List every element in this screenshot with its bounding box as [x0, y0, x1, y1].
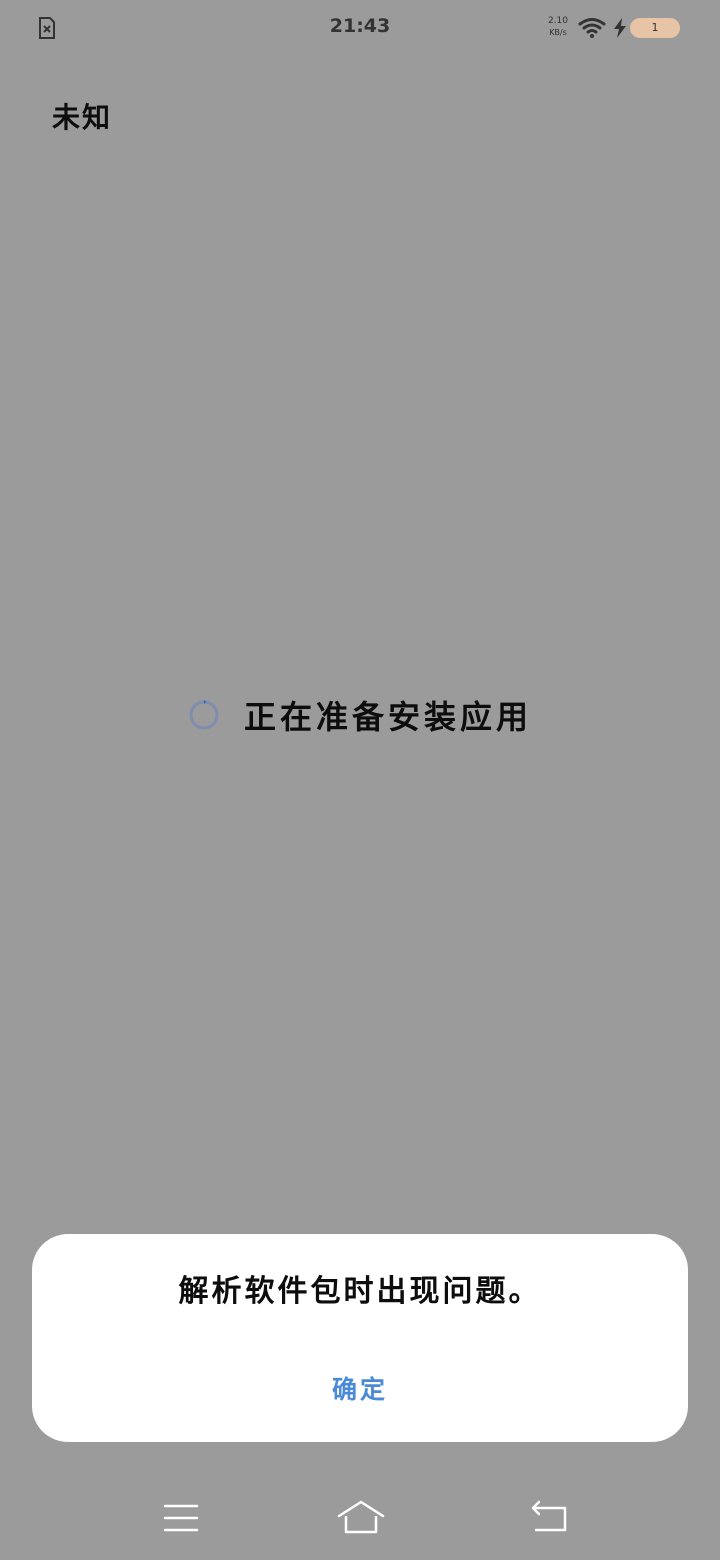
dialog-message: 解析软件包时出现问题。 — [178, 1274, 542, 1309]
back-icon[interactable] — [527, 1498, 571, 1538]
network-speed: 2.10 KB/s — [544, 15, 572, 39]
battery-icon: 1 — [630, 18, 680, 38]
status-bar: 21:43 2.10 KB/s 1 — [0, 0, 720, 56]
loading-text: 正在准备安装应用 — [243, 698, 532, 736]
loading-indicator: 正在准备安装应用 — [0, 693, 720, 737]
network-speed-value: 2.10 — [547, 16, 569, 26]
status-time: 21:43 — [329, 15, 391, 37]
app-title: 未知 — [52, 101, 113, 134]
charging-icon — [614, 18, 626, 38]
home-icon[interactable] — [336, 1498, 386, 1538]
error-dialog: 解析软件包时出现问题。 确定 — [32, 1234, 688, 1442]
navigation-bar — [0, 1480, 720, 1560]
network-speed-unit: KB/s — [549, 28, 567, 37]
wifi-icon — [578, 18, 606, 38]
spinner-icon — [189, 700, 219, 730]
menu-icon[interactable] — [159, 1498, 203, 1538]
ok-button[interactable]: 确定 — [260, 1362, 460, 1418]
